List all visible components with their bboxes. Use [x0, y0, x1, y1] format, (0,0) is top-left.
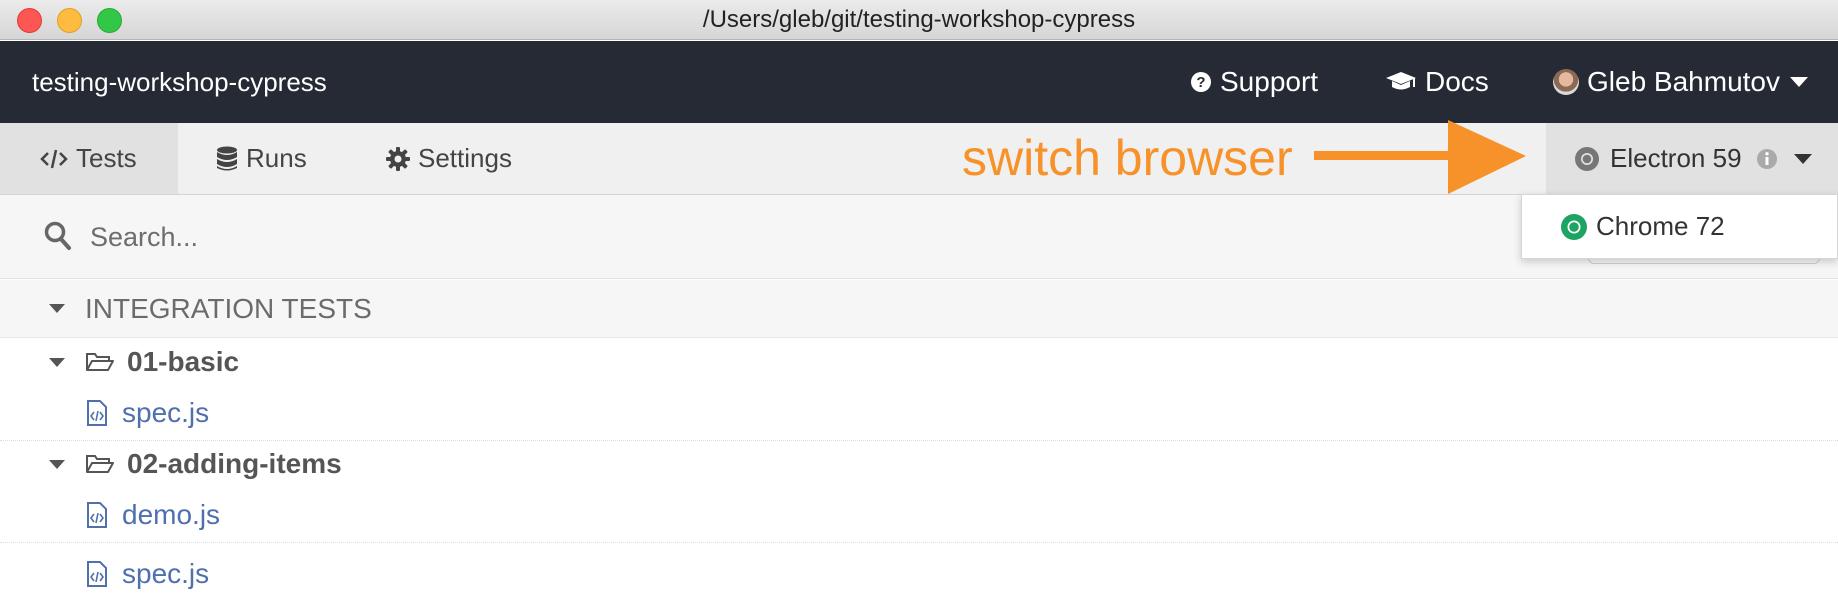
caret-down-icon — [49, 304, 65, 313]
browser-option-label: Chrome 72 — [1596, 211, 1725, 241]
user-menu[interactable]: Gleb Bahmutov — [1553, 65, 1808, 99]
file-code-icon — [87, 561, 107, 587]
section-label: INTEGRATION TESTS — [85, 292, 372, 324]
avatar — [1553, 69, 1579, 95]
docs-link[interactable]: Docs — [1385, 65, 1489, 99]
annotation-text: switch browser — [962, 130, 1293, 186]
chevron-down-icon — [1790, 77, 1808, 87]
support-label: Support — [1220, 66, 1319, 97]
project-name: testing-workshop-cypress — [32, 67, 327, 97]
row-divider — [0, 542, 1838, 543]
gear-icon — [386, 146, 410, 171]
file-code-icon — [87, 400, 107, 426]
tab-tests-label: Tests — [76, 143, 137, 173]
file-code-icon — [87, 502, 107, 528]
info-icon[interactable] — [1756, 148, 1778, 170]
spec-file-name: demo.js — [122, 499, 221, 530]
folder-name: 02-adding-items — [127, 448, 342, 479]
search-icon — [44, 221, 71, 250]
search-input[interactable] — [90, 215, 990, 259]
user-name: Gleb Bahmutov — [1587, 66, 1780, 97]
docs-label: Docs — [1425, 66, 1489, 97]
question-circle-icon: ? — [1191, 72, 1211, 92]
window-titlebar: /Users/gleb/git/testing-workshop-cypress — [0, 0, 1838, 40]
browser-select[interactable]: Electron 59 — [1546, 123, 1838, 194]
tab-tests[interactable]: Tests — [0, 123, 178, 194]
caret-down-icon — [49, 459, 65, 469]
spec-file-row[interactable]: demo.js — [0, 490, 1838, 540]
chevron-down-icon — [1793, 153, 1812, 164]
graduation-cap-icon — [1386, 72, 1416, 90]
folder-open-icon — [86, 455, 114, 473]
selected-browser: Electron 59 — [1610, 143, 1742, 173]
folder-row[interactable]: 01-basic — [0, 337, 1838, 387]
support-link[interactable]: ? Support — [1190, 65, 1318, 99]
database-icon — [217, 146, 237, 170]
browser-dropdown-option[interactable]: Chrome 72 — [1521, 194, 1838, 259]
spec-file-name: spec.js — [122, 397, 210, 428]
window-title: /Users/gleb/git/testing-workshop-cypress — [702, 6, 1136, 33]
folder-row[interactable]: 02-adding-items — [0, 439, 1838, 489]
folder-open-icon — [86, 353, 114, 371]
arrow-right-icon — [1314, 120, 1526, 194]
code-icon — [40, 149, 68, 168]
caret-down-icon — [49, 357, 65, 367]
svg-text:?: ? — [1196, 74, 1205, 91]
tab-runs-label: Runs — [246, 143, 307, 173]
app-header: testing-workshop-cypress ? Support Docs … — [0, 41, 1838, 123]
integration-tests-header[interactable]: INTEGRATION TESTS — [0, 280, 1838, 338]
chrome-icon — [1561, 213, 1587, 240]
spec-file-name: spec.js — [122, 558, 210, 589]
tab-settings[interactable]: Settings — [386, 123, 512, 194]
spec-file-row[interactable]: spec.js — [0, 549, 1838, 598]
tab-settings-label: Settings — [418, 143, 512, 173]
spec-file-row[interactable]: spec.js — [0, 388, 1838, 438]
folder-name: 01-basic — [127, 346, 240, 377]
tab-runs[interactable]: Runs — [216, 123, 307, 194]
chrome-icon — [1575, 146, 1599, 171]
